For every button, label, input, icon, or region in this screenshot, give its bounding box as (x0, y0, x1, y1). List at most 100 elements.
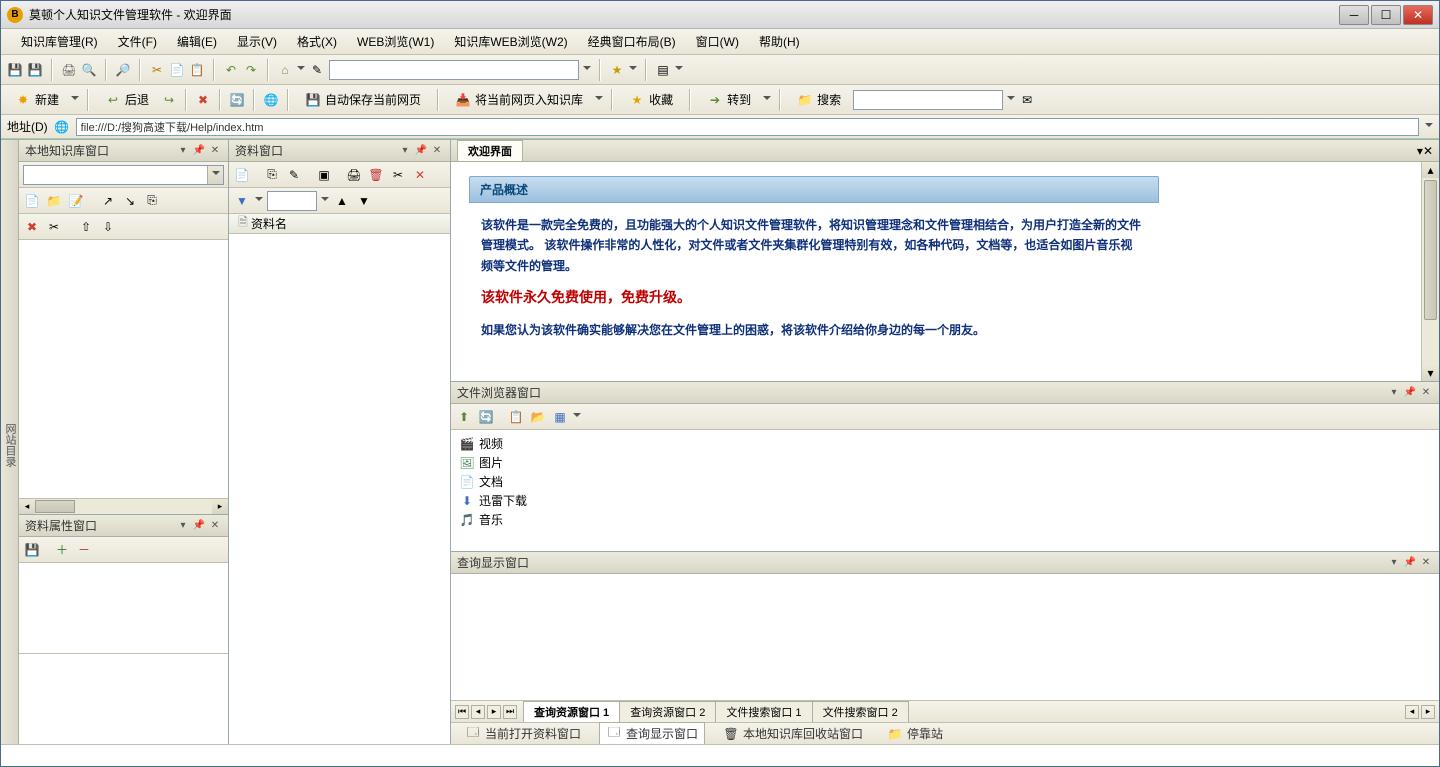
stop-icon[interactable]: ✖ (195, 92, 211, 108)
address-input[interactable] (76, 118, 1419, 136)
panel-pin-icon[interactable]: 📌 (192, 519, 206, 533)
doc-vscroll[interactable]: ▴ ▾ (1421, 162, 1439, 381)
panel-menu-icon[interactable]: ▾ (398, 144, 412, 158)
menu-format[interactable]: 格式(X) (287, 29, 347, 54)
layout-dropdown-icon[interactable] (675, 66, 683, 74)
tree-copy-icon[interactable]: ⎘ (143, 192, 161, 210)
undo-icon[interactable]: ↶ (223, 62, 239, 78)
tree-export-icon[interactable]: ↗ (99, 192, 117, 210)
mat-new-icon[interactable]: 📄 (233, 166, 251, 184)
filter-field-dropdown[interactable] (321, 197, 329, 205)
panel-close-icon[interactable]: ✕ (208, 519, 222, 533)
status-recycle[interactable]: 🗑本地知识库回收站窗口 (717, 723, 869, 744)
menu-window[interactable]: 窗口(W) (686, 29, 749, 54)
fb-up-icon[interactable]: ⬆ (455, 408, 473, 426)
minimize-button[interactable]: ─ (1339, 5, 1369, 25)
search-input[interactable] (853, 90, 1003, 110)
tab-scroll-right[interactable]: ▸ (1421, 705, 1435, 719)
cut-icon[interactable]: ✂ (149, 62, 165, 78)
mat-close-icon[interactable]: ✕ (411, 166, 429, 184)
panel-pin-icon[interactable]: 📌 (1403, 386, 1417, 400)
mat-print-icon[interactable]: 🖨 (345, 166, 363, 184)
tree-down-icon[interactable]: ⇩ (99, 218, 117, 236)
menu-knowledge[interactable]: 知识库管理(R) (11, 29, 108, 54)
mat-copy-icon[interactable]: ⎘ (263, 166, 281, 184)
redo-icon[interactable]: ↷ (243, 62, 259, 78)
status-park[interactable]: 📁停靠站 (881, 723, 949, 744)
attr-add-icon[interactable]: ＋ (53, 541, 71, 559)
left-rail-tab[interactable]: 网站目录 (1, 140, 19, 744)
window-layout-icon[interactable]: ▤ (655, 62, 671, 78)
panel-close-icon[interactable]: ✕ (1419, 556, 1433, 570)
doc-close-icon[interactable]: ✕ (1423, 144, 1433, 158)
tree-up-icon[interactable]: ⇧ (77, 218, 95, 236)
goto-dropdown-icon[interactable] (763, 96, 771, 104)
home-icon[interactable]: ⌂ (277, 62, 293, 78)
new-button[interactable]: ✸新建 (7, 89, 67, 110)
search-dropdown-icon[interactable] (1007, 96, 1015, 104)
menu-edit[interactable]: 编辑(E) (167, 29, 227, 54)
save-icon[interactable]: 💾 (7, 62, 23, 78)
menu-help[interactable]: 帮助(H) (749, 29, 810, 54)
tree-delete-icon[interactable]: ✖ (23, 218, 41, 236)
attr-remove-icon[interactable]: － (75, 541, 93, 559)
mat-edit-icon[interactable]: ✎ (285, 166, 303, 184)
tree-folder-icon[interactable]: 📁 (45, 192, 63, 210)
wand-icon[interactable]: ✎ (309, 62, 325, 78)
mat-del-icon[interactable]: 🗑 (367, 166, 385, 184)
menu-kbweb[interactable]: 知识库WEB浏览(W2) (444, 29, 577, 54)
home-dropdown-icon[interactable] (297, 66, 305, 74)
goto-button[interactable]: ➔转到 (699, 89, 759, 110)
autosave-button[interactable]: 💾自动保存当前网页 (297, 89, 429, 110)
globe-icon[interactable]: 🌐 (263, 92, 279, 108)
localkb-hscroll[interactable]: ◂▸ (19, 498, 228, 514)
url-input[interactable] (329, 60, 579, 80)
panel-pin-icon[interactable]: 📌 (192, 144, 206, 158)
panel-pin-icon[interactable]: 📌 (414, 144, 428, 158)
back-button[interactable]: ↩后退 (97, 89, 157, 110)
tree-edit-icon[interactable]: 📝 (67, 192, 85, 210)
filter-input[interactable] (267, 191, 317, 211)
material-list[interactable] (229, 234, 450, 744)
panel-menu-icon[interactable]: ▾ (176, 144, 190, 158)
panel-close-icon[interactable]: ✕ (430, 144, 444, 158)
star-dropdown-icon[interactable] (629, 66, 637, 74)
refresh-icon[interactable]: 🔄 (229, 92, 245, 108)
tree-import-icon[interactable]: ↘ (121, 192, 139, 210)
favorite-button[interactable]: ★收藏 (621, 89, 681, 110)
addtokb-dropdown-icon[interactable] (595, 96, 603, 104)
menu-file[interactable]: 文件(F) (108, 29, 167, 54)
tab-next-icon[interactable]: ▸ (487, 705, 501, 719)
qtab-1[interactable]: 查询资源窗口 1 (523, 701, 620, 723)
search-go-icon[interactable]: ✉ (1019, 92, 1035, 108)
addtokb-button[interactable]: 📥将当前网页入知识库 (447, 89, 591, 110)
close-button[interactable]: ✕ (1403, 5, 1433, 25)
localkb-tree[interactable] (19, 240, 228, 498)
attr-save-icon[interactable]: 💾 (23, 541, 41, 559)
qtab-3[interactable]: 文件搜索窗口 1 (715, 701, 812, 723)
panel-menu-icon[interactable]: ▾ (1387, 386, 1401, 400)
menu-view[interactable]: 显示(V) (227, 29, 287, 54)
menu-web[interactable]: WEB浏览(W1) (347, 29, 444, 54)
mat-cut-icon[interactable]: ✂ (389, 166, 407, 184)
tree-cut-icon[interactable]: ✂ (45, 218, 63, 236)
print-preview-icon[interactable]: 🔍 (81, 62, 97, 78)
paste-icon[interactable]: 📋 (189, 62, 205, 78)
kb-selector[interactable] (23, 165, 224, 185)
panel-menu-icon[interactable]: ▾ (1387, 556, 1401, 570)
new-dropdown-icon[interactable] (71, 96, 79, 104)
tree-new-icon[interactable]: 📄 (23, 192, 41, 210)
fb-open-icon[interactable]: 📂 (529, 408, 547, 426)
forward-icon[interactable]: ↪ (161, 92, 177, 108)
sort-asc-icon[interactable]: ▲ (333, 192, 351, 210)
status-current[interactable]: 🗔当前打开资料窗口 (459, 723, 587, 744)
file-list[interactable]: 🎬视频 🖼图片 📄文档 ⬇迅雷下载 🎵音乐 (451, 430, 1439, 551)
panel-pin-icon[interactable]: 📌 (1403, 556, 1417, 570)
material-list-header[interactable]: 🗎 资料名 (229, 214, 450, 234)
star-icon[interactable]: ★ (609, 62, 625, 78)
tab-first-icon[interactable]: ⏮ (455, 705, 469, 719)
panel-close-icon[interactable]: ✕ (1419, 386, 1433, 400)
url-dropdown-icon[interactable] (583, 66, 591, 74)
sort-desc-icon[interactable]: ▼ (355, 192, 373, 210)
status-query[interactable]: 🗔查询显示窗口 (599, 722, 705, 744)
